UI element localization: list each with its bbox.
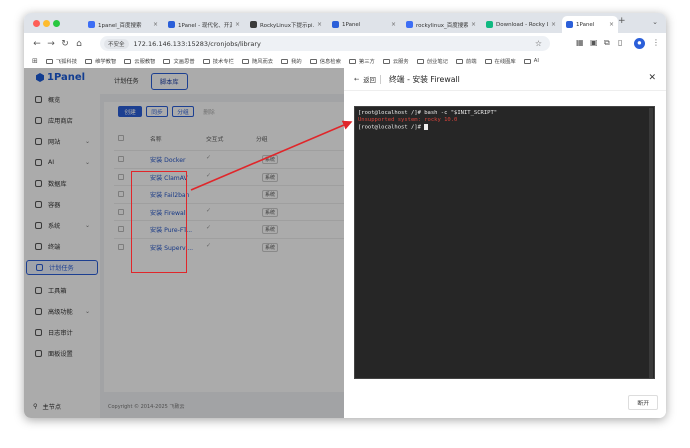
annotation-arrow [190,120,353,191]
